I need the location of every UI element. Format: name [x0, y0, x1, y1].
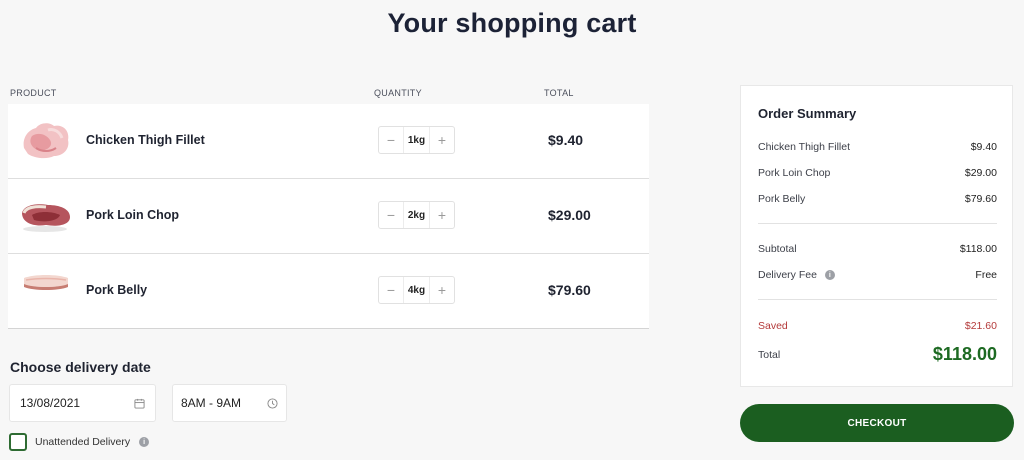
cart-row: Pork Loin Chop − 2kg + $29.00 — [8, 179, 649, 254]
quantity-value: 1kg — [403, 127, 430, 153]
summary-line-amount: $29.00 — [964, 167, 997, 179]
column-header-total: TOTAL — [544, 88, 574, 98]
summary-line-label: Pork Belly — [758, 193, 806, 205]
summary-line-label: Chicken Thigh Fillet — [758, 141, 851, 153]
summary-line: Pork Loin Chop $29.00 — [758, 167, 997, 179]
delivery-fee-label-group: Delivery Fee i — [758, 269, 835, 281]
increment-button[interactable]: + — [430, 127, 454, 153]
summary-line: Pork Belly $79.60 — [758, 193, 997, 205]
unattended-delivery-checkbox[interactable] — [9, 433, 27, 451]
summary-line-label: Pork Loin Chop — [758, 167, 831, 179]
saved-row: Saved $21.60 — [758, 320, 997, 332]
decrement-button[interactable]: − — [379, 277, 403, 303]
column-header-quantity: QUANTITY — [374, 88, 422, 98]
delivery-date-value: 13/08/2021 — [20, 396, 81, 410]
total-amount: $118.00 — [932, 344, 997, 364]
delivery-fee-label: Delivery Fee — [758, 269, 817, 281]
increment-button[interactable]: + — [430, 277, 454, 303]
quantity-stepper: − 4kg + — [378, 276, 455, 304]
delivery-date-title: Choose delivery date — [10, 359, 151, 375]
summary-divider — [758, 299, 997, 300]
quantity-stepper: − 2kg + — [378, 201, 455, 229]
quantity-value: 2kg — [403, 202, 430, 228]
subtotal-amount: $118.00 — [959, 243, 997, 255]
calendar-icon — [134, 398, 145, 409]
unattended-delivery-label: Unattended Delivery i — [35, 436, 150, 448]
quantity-value: 4kg — [403, 277, 430, 303]
clock-icon — [267, 397, 278, 409]
quantity-stepper: − 1kg + — [378, 126, 455, 154]
order-summary-panel: Order Summary Chicken Thigh Fillet $9.40… — [740, 85, 1013, 387]
cart-row: Chicken Thigh Fillet − 1kg + $9.40 — [8, 104, 649, 179]
summary-divider — [758, 223, 997, 224]
pork-belly-image — [24, 275, 68, 290]
row-total: $79.60 — [548, 282, 591, 298]
saved-amount: $21.60 — [964, 320, 997, 332]
summary-line-amount: $9.40 — [970, 141, 997, 153]
delivery-time-input[interactable]: 8AM - 9AM — [172, 384, 287, 422]
row-total: $9.40 — [548, 132, 584, 148]
decrement-button[interactable]: − — [379, 127, 403, 153]
total-row: Total $118.00 — [758, 344, 997, 365]
chicken-thigh-image — [23, 123, 69, 159]
cart-table: Chicken Thigh Fillet − 1kg + $9.40 Pork … — [8, 104, 649, 329]
delivery-fee-amount: Free — [975, 269, 997, 281]
total-label: Total — [758, 348, 781, 361]
summary-line-amount: $79.60 — [964, 193, 997, 205]
product-name[interactable]: Chicken Thigh Fillet — [86, 133, 205, 147]
checkout-button[interactable]: CHECKOUT — [740, 404, 1014, 442]
cart-row: Pork Belly − 4kg + $79.60 — [8, 254, 649, 329]
product-name[interactable]: Pork Loin Chop — [86, 208, 179, 222]
subtotal-row: Subtotal $118.00 — [758, 243, 997, 255]
saved-label: Saved — [758, 320, 788, 332]
delivery-date-input[interactable]: 13/08/2021 — [9, 384, 156, 422]
info-icon[interactable]: i — [139, 437, 150, 448]
page-title: Your shopping cart — [387, 8, 637, 38]
info-icon[interactable]: i — [824, 270, 835, 281]
summary-line: Chicken Thigh Fillet $9.40 — [758, 141, 997, 153]
increment-button[interactable]: + — [430, 202, 454, 228]
pork-loin-chop-image — [22, 204, 70, 232]
column-header-product: PRODUCT — [10, 88, 57, 98]
unattended-delivery-text: Unattended Delivery — [35, 436, 131, 448]
row-total: $29.00 — [548, 207, 591, 223]
delivery-fee-row: Delivery Fee i Free — [758, 269, 997, 281]
product-name[interactable]: Pork Belly — [86, 283, 147, 297]
subtotal-label: Subtotal — [758, 243, 797, 255]
decrement-button[interactable]: − — [379, 202, 403, 228]
order-summary-title: Order Summary — [758, 106, 857, 121]
delivery-time-value: 8AM - 9AM — [181, 396, 242, 410]
